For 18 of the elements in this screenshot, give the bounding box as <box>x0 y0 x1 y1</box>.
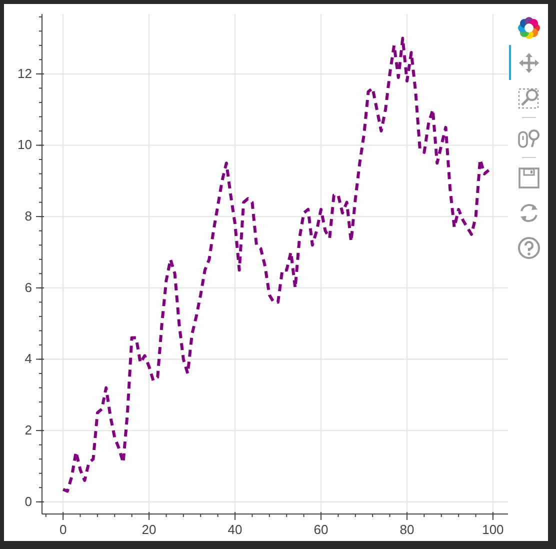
tick-label: 0 <box>59 522 67 537</box>
tick-label: 12 <box>18 66 32 81</box>
logo-icon[interactable] <box>516 16 540 40</box>
tick-label: 2 <box>24 422 32 438</box>
tick-label: 6 <box>24 280 32 295</box>
help-icon[interactable] <box>516 236 540 260</box>
tick-label: 20 <box>142 522 156 537</box>
zoom-icon[interactable] <box>516 86 540 110</box>
tick-label: 40 <box>228 522 242 537</box>
tick-label: 60 <box>314 522 328 537</box>
tick-label: 0 <box>24 494 32 509</box>
save-icon[interactable] <box>516 166 540 190</box>
tick-label: 8 <box>24 208 32 224</box>
tick-label: 80 <box>400 522 414 537</box>
tick-label: 100 <box>482 522 504 537</box>
move-icon[interactable] <box>516 50 540 74</box>
tick-label: 10 <box>18 137 32 152</box>
tick-label: 4 <box>24 351 32 366</box>
